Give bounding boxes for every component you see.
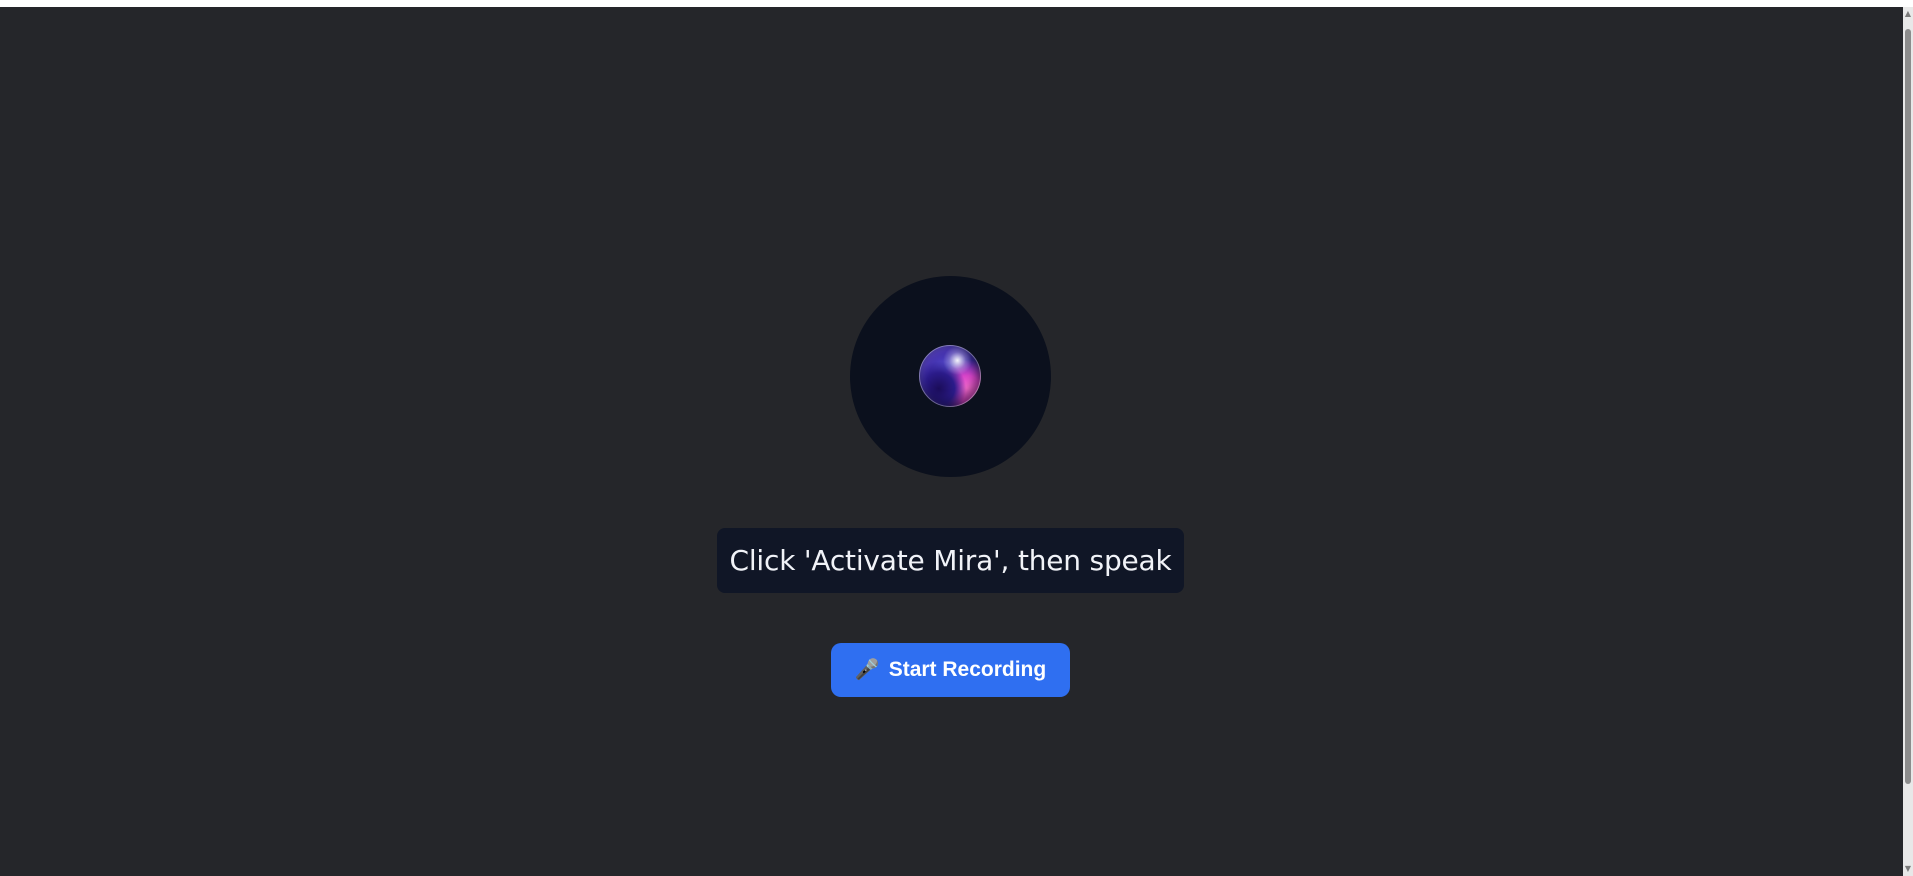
app-viewport: Click 'Activate Mira', then speak 🎤 Star…	[0, 7, 1903, 876]
assistant-orb-container	[850, 276, 1051, 477]
assistant-orb	[919, 345, 981, 407]
scroll-up-arrow-icon[interactable]: ▲	[1904, 9, 1912, 19]
scroll-down-arrow-icon[interactable]: ▼	[1904, 864, 1912, 874]
microphone-icon: 🎤	[854, 659, 880, 681]
vertical-scrollbar[interactable]: ▲ ▼	[1903, 7, 1913, 876]
status-message: Click 'Activate Mira', then speak	[717, 528, 1184, 593]
scroll-thumb[interactable]	[1905, 29, 1911, 784]
start-recording-button[interactable]: 🎤 Start Recording	[831, 643, 1070, 697]
start-recording-label: Start Recording	[888, 658, 1047, 681]
